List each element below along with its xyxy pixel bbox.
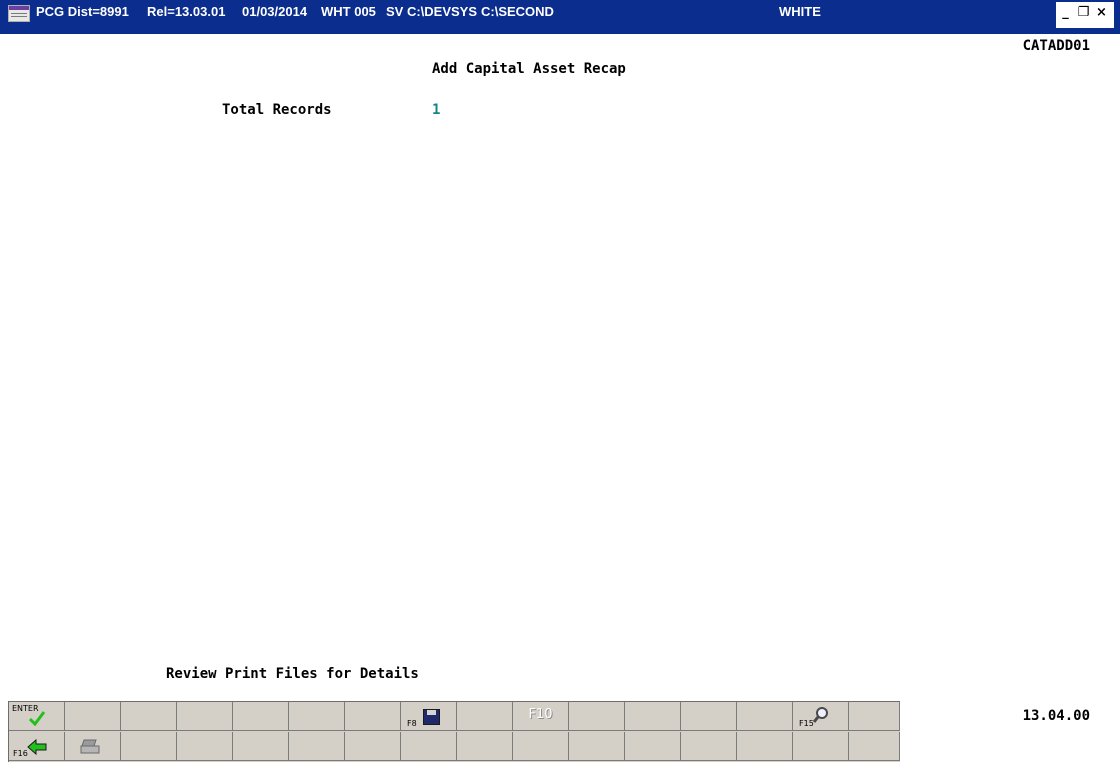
f8-save-button[interactable]: F8	[401, 702, 457, 731]
title-district: PCG Dist=8991	[36, 4, 129, 19]
terminal-app-icon[interactable]	[8, 5, 30, 22]
function-key-slot-3[interactable]	[177, 702, 233, 731]
status-message: Review Print Files for Details	[166, 666, 419, 682]
function-key-panel: ENTER F8 F10 F15 F16	[8, 701, 900, 762]
close-button[interactable]: ×	[1094, 5, 1109, 20]
total-records-label: Total Records	[222, 102, 332, 118]
function-key-slot-27[interactable]	[625, 732, 681, 761]
maximize-button[interactable]: ❐	[1076, 5, 1091, 20]
function-key-slot-26[interactable]	[569, 732, 625, 761]
function-key-slot-9[interactable]	[457, 702, 513, 731]
function-key-slot-18[interactable]	[121, 732, 177, 761]
f10-button[interactable]: F10	[513, 702, 569, 731]
zoom-icon	[813, 707, 828, 723]
f16-back-button[interactable]: F16	[9, 732, 65, 761]
function-key-slot-31[interactable]	[849, 732, 900, 761]
clock-display: 13.04.00	[1022, 708, 1090, 724]
back-arrow-icon	[27, 738, 47, 756]
screen-id: CATADD01	[1022, 38, 1090, 54]
function-key-slot-19[interactable]	[177, 732, 233, 761]
f15-label: F15	[799, 719, 814, 728]
title-terminal: WHT 005	[321, 4, 376, 19]
function-key-slot-4[interactable]	[233, 702, 289, 731]
print-button[interactable]	[65, 732, 121, 761]
print-icon	[80, 739, 100, 754]
minimize-button[interactable]: _	[1058, 5, 1073, 20]
f16-label: F16	[13, 749, 28, 758]
page-title: Add Capital Asset Recap	[432, 61, 626, 77]
function-key-slot-22[interactable]	[345, 732, 401, 761]
window-controls: _ ❐ ×	[1056, 2, 1114, 28]
save-icon	[423, 709, 440, 725]
function-key-slot-12[interactable]	[625, 702, 681, 731]
function-key-slot-30[interactable]	[793, 732, 849, 761]
function-key-row-2: F16	[9, 732, 900, 762]
title-second-path: C:\SECOND	[481, 4, 554, 19]
title-date: 01/03/2014	[242, 4, 308, 19]
function-key-slot-21[interactable]	[289, 732, 345, 761]
function-key-slot-16[interactable]	[849, 702, 900, 731]
title-bar: PCG Dist=8991 Rel=13.03.01 01/03/2014 WH…	[0, 0, 1120, 34]
title-sv-path: SV C:\DEVSYS	[386, 4, 478, 19]
f8-label: F8	[407, 719, 417, 728]
function-key-slot-5[interactable]	[289, 702, 345, 731]
function-key-slot-1[interactable]	[65, 702, 121, 731]
function-key-slot-25[interactable]	[513, 732, 569, 761]
f10-label: F10	[528, 707, 553, 722]
f15-search-button[interactable]: F15	[793, 702, 849, 731]
title-release: Rel=13.03.01	[147, 4, 226, 19]
function-key-row-1: ENTER F8 F10 F15	[9, 702, 900, 732]
function-key-slot-11[interactable]	[569, 702, 625, 731]
total-records-value: 1	[432, 102, 441, 118]
function-key-slot-2[interactable]	[121, 702, 177, 731]
function-key-slot-20[interactable]	[233, 732, 289, 761]
function-key-slot-6[interactable]	[345, 702, 401, 731]
check-icon	[29, 711, 45, 726]
function-key-slot-14[interactable]	[737, 702, 793, 731]
function-key-slot-28[interactable]	[681, 732, 737, 761]
enter-key-button[interactable]: ENTER	[9, 702, 65, 731]
function-key-slot-24[interactable]	[457, 732, 513, 761]
function-key-slot-13[interactable]	[681, 702, 737, 731]
function-key-slot-29[interactable]	[737, 732, 793, 761]
title-user: WHITE	[779, 4, 821, 19]
function-key-slot-23[interactable]	[401, 732, 457, 761]
